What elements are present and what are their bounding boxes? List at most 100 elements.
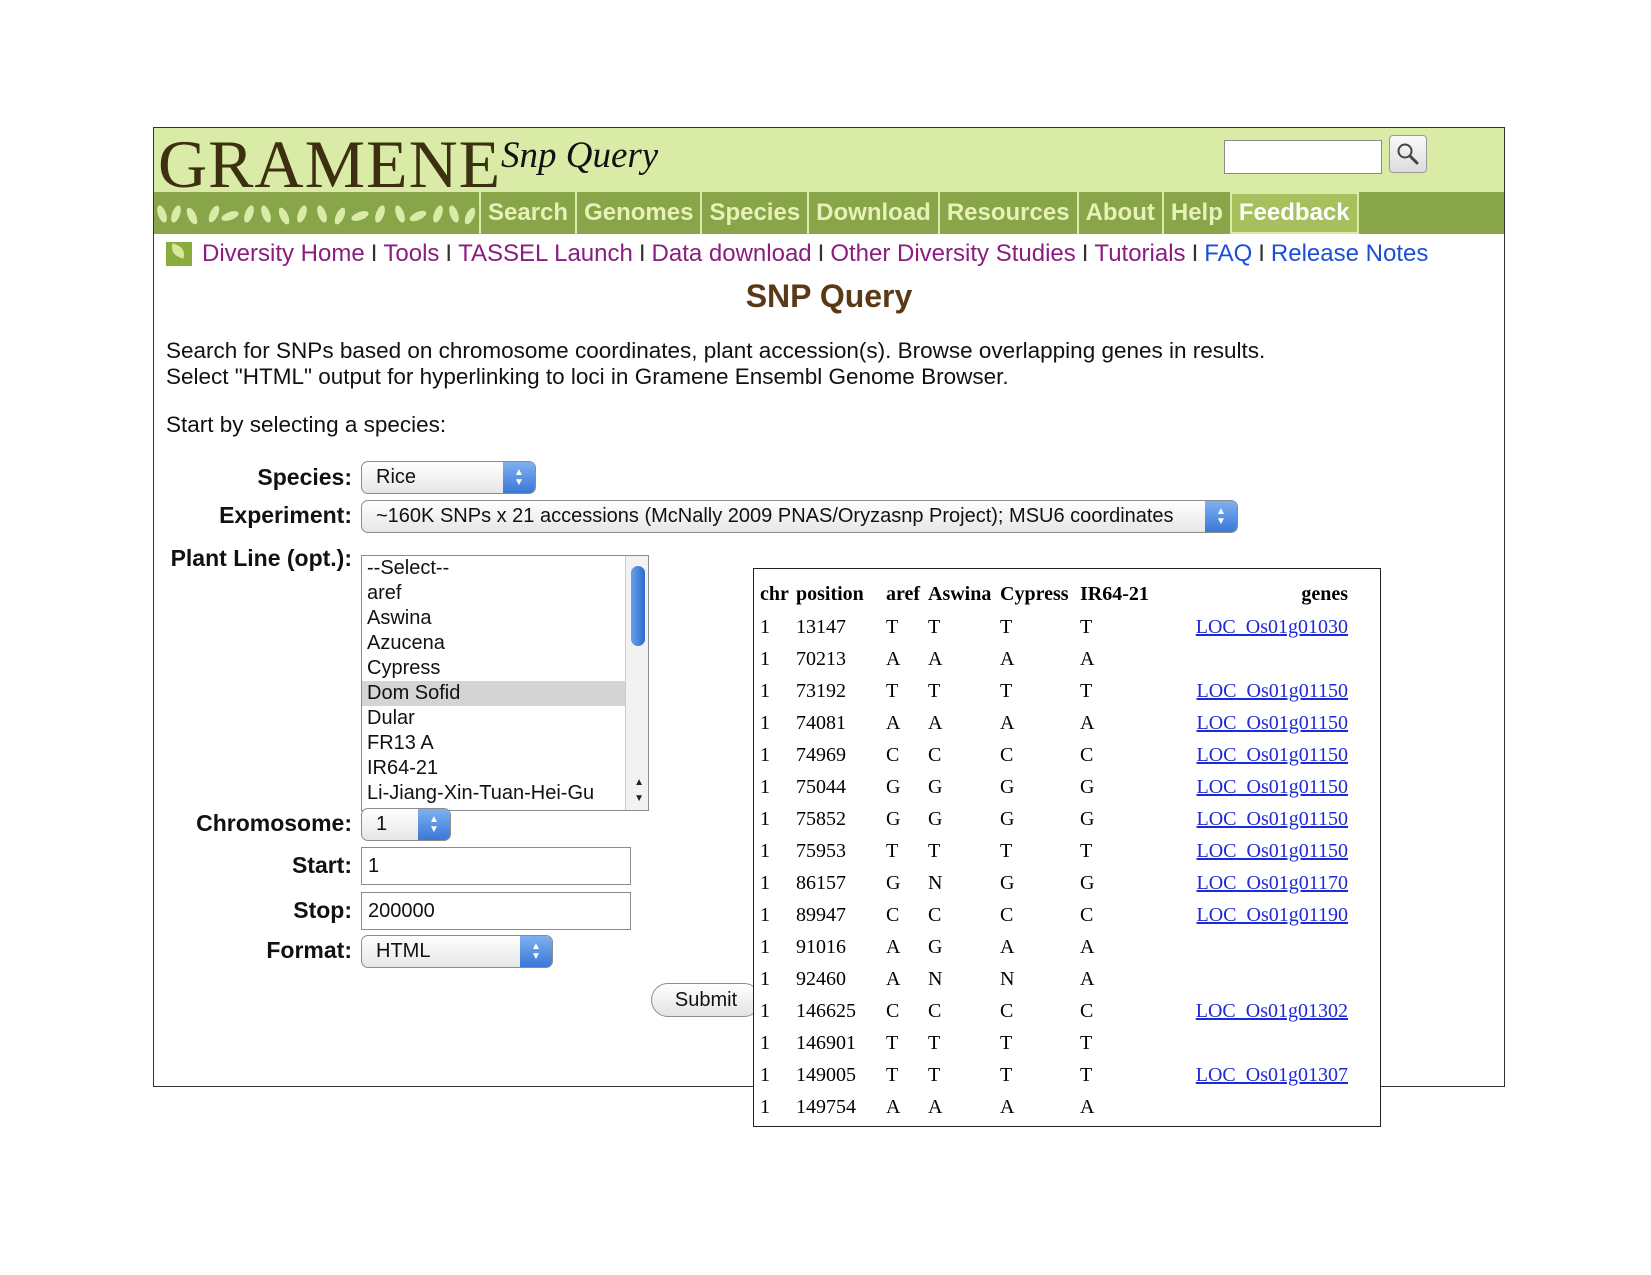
table-cell: 1 — [760, 903, 770, 926]
table-cell: 146901 — [796, 1031, 856, 1054]
scrollbar-thumb[interactable] — [631, 566, 645, 646]
table-cell: A — [1080, 1095, 1095, 1118]
plant-line-option[interactable]: Dular — [362, 706, 629, 731]
plant-line-option[interactable]: Dom Sofid — [362, 681, 629, 706]
table-cell: LOC_Os01g01190 — [1158, 899, 1348, 931]
gene-link[interactable]: LOC_Os01g01150 — [1197, 680, 1348, 702]
subnav-separator: I — [1081, 240, 1089, 267]
leaf-icon — [166, 242, 192, 266]
subnav-link-other-diversity-studies[interactable]: Other Diversity Studies — [830, 240, 1075, 268]
table-cell: 74969 — [796, 743, 846, 766]
gene-link[interactable]: LOC_Os01g01170 — [1197, 872, 1348, 894]
gene-link[interactable]: LOC_Os01g01150 — [1197, 712, 1348, 734]
scroll-up-icon[interactable]: ▲ — [634, 777, 644, 788]
tab-search[interactable]: Search — [479, 192, 575, 234]
table-cell: G — [928, 807, 943, 830]
intro-line-1: Search for SNPs based on chromosome coor… — [166, 338, 1266, 363]
subnav-link-data-download[interactable]: Data download — [652, 240, 812, 268]
listbox-scrollbar[interactable]: ▲ ▼ — [625, 556, 648, 810]
tab-species[interactable]: Species — [700, 192, 807, 234]
subnav-link-release-notes[interactable]: Release Notes — [1271, 240, 1428, 268]
gene-link[interactable]: LOC_Os01g01307 — [1196, 1064, 1348, 1086]
subnav-link-faq[interactable]: FAQ — [1204, 240, 1252, 268]
table-cell: LOC_Os01g01150 — [1158, 675, 1348, 707]
table-row: 1 146625 C C C C LOC_Os01g01302 — [760, 995, 1348, 1027]
table-cell: A — [886, 967, 901, 990]
table-cell: T — [928, 1031, 941, 1054]
table-cell — [1158, 963, 1348, 995]
chromosome-select[interactable]: 1 ▲ ▼ — [361, 808, 451, 841]
species-select[interactable]: Rice ▲ ▼ — [361, 461, 536, 494]
scroll-down-icon[interactable]: ▼ — [634, 793, 644, 804]
table-row: 1 70213 A A A A — [760, 643, 1348, 675]
nav-tabs: Search Genomes Species Download Resources Abo… — [479, 192, 1359, 234]
table-cell: C — [1080, 903, 1094, 926]
subnav-link-tutorials[interactable]: Tutorials — [1094, 240, 1185, 268]
plant-line-option[interactable]: Azucena — [362, 631, 629, 656]
table-row: 1 73192 T T T T LOC_Os01g01150 — [760, 675, 1348, 707]
plant-line-option[interactable]: Li-Jiang-Xin-Tuan-Hei-Gu — [362, 781, 629, 806]
table-cell: A — [886, 935, 901, 958]
tab-about[interactable]: About — [1076, 192, 1162, 234]
stop-input[interactable]: 200000 — [361, 892, 631, 930]
species-value: Rice — [376, 466, 417, 488]
plant-line-option[interactable]: aref — [362, 581, 629, 606]
gene-link[interactable]: LOC_Os01g01150 — [1197, 840, 1348, 862]
table-cell: G — [1080, 775, 1095, 798]
plant-line-option[interactable]: Cypress — [362, 656, 629, 681]
table-cell: A — [928, 711, 943, 734]
table-cell: 1 — [760, 999, 770, 1022]
table-cell: 89947 — [796, 903, 846, 926]
table-cell: T — [928, 679, 941, 702]
table-cell: T — [886, 1063, 899, 1086]
gene-link[interactable]: LOC_Os01g01190 — [1197, 904, 1348, 926]
table-cell: C — [1080, 999, 1094, 1022]
table-cell: 92460 — [796, 967, 846, 990]
table-cell: A — [886, 711, 901, 734]
plant-line-option[interactable]: IR64-21 — [362, 756, 629, 781]
tab-download[interactable]: Download — [807, 192, 938, 234]
main-nav: Search Genomes Species Download Resources Abo… — [154, 192, 1504, 234]
table-cell: LOC_Os01g01170 — [1158, 867, 1348, 899]
plant-line-option[interactable]: Aswina — [362, 606, 629, 631]
gene-link[interactable]: LOC_Os01g01150 — [1197, 776, 1348, 798]
search-button[interactable] — [1389, 135, 1427, 173]
table-row: 1 74081 A A A A LOC_Os01g01150 — [760, 707, 1348, 739]
subnav-link-tassel-launch[interactable]: TASSEL Launch — [458, 240, 633, 268]
table-row: 1 92460 A N N A — [760, 963, 1348, 995]
start-prompt: Start by selecting a species: — [166, 412, 447, 437]
submit-button[interactable]: Submit — [651, 983, 761, 1017]
table-cell: 13147 — [796, 615, 846, 638]
wheat-pattern-icon — [157, 205, 476, 225]
tab-resources[interactable]: Resources — [937, 192, 1077, 234]
gene-link[interactable]: LOC_Os01g01150 — [1197, 744, 1348, 766]
start-input[interactable]: 1 — [361, 847, 631, 885]
gramene-logo[interactable]: GRAMENE — [158, 128, 501, 200]
table-row: 1 149005 T T T T LOC_Os01g01307 — [760, 1059, 1348, 1091]
gene-link[interactable]: LOC_Os01g01030 — [1196, 616, 1348, 638]
column-header-cypress: Cypress — [1000, 582, 1069, 605]
experiment-select[interactable]: ~160K SNPs x 21 accessions (McNally 2009… — [361, 500, 1238, 533]
table-cell: A — [1000, 711, 1015, 734]
plant-line-option[interactable]: FR13 A — [362, 731, 629, 756]
select-arrows-icon: ▲ ▼ — [503, 462, 535, 493]
table-row: 1 149754 A A A A — [760, 1091, 1348, 1123]
table-cell: T — [1080, 839, 1093, 862]
format-select[interactable]: HTML ▲ ▼ — [361, 935, 553, 968]
table-row: 1 89947 C C C C LOC_Os01g01190 — [760, 899, 1348, 931]
table-row: 1 91016 A G A A — [760, 931, 1348, 963]
tab-feedback[interactable]: Feedback — [1229, 192, 1359, 234]
table-cell: G — [1080, 807, 1095, 830]
table-cell: T — [1000, 1063, 1013, 1086]
tab-genomes[interactable]: Genomes — [575, 192, 700, 234]
subnav-link-tools[interactable]: Tools — [383, 240, 439, 268]
table-cell: T — [928, 615, 941, 638]
gene-link[interactable]: LOC_Os01g01302 — [1196, 1000, 1348, 1022]
plant-line-listbox[interactable]: --Select-- aref Aswina Azucena Cypress Dom So… — [361, 555, 649, 811]
site-search-input[interactable] — [1224, 140, 1382, 174]
plant-line-option[interactable]: --Select-- — [362, 556, 629, 581]
subnav-link-diversity-home[interactable]: Diversity Home — [202, 240, 365, 268]
tab-help[interactable]: Help — [1161, 192, 1230, 234]
results-panel: chr position aref Aswina Cypress IR64-21 genes… — [753, 568, 1381, 1127]
gene-link[interactable]: LOC_Os01g01150 — [1197, 808, 1348, 830]
